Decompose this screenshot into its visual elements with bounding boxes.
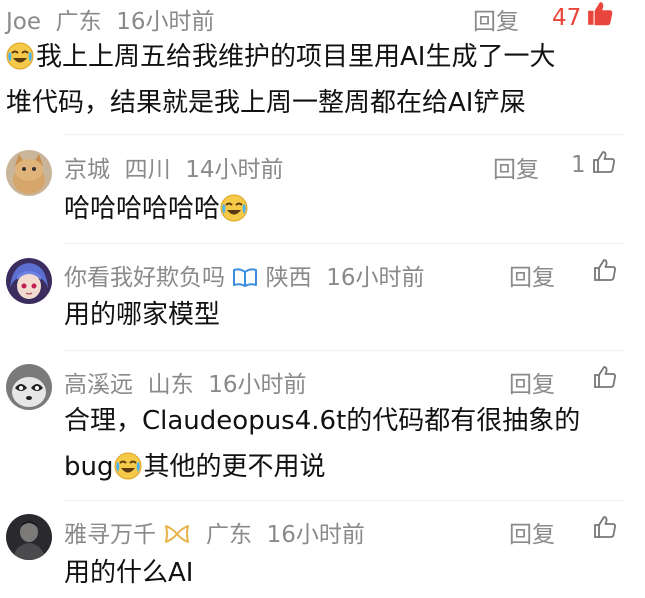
timestamp: 16小时前: [266, 522, 365, 548]
username[interactable]: Joe: [6, 9, 41, 35]
raccoon-avatar-icon: [6, 364, 52, 410]
like-button[interactable]: [592, 364, 618, 393]
like-button[interactable]: [592, 514, 618, 543]
location: 广东: [55, 9, 102, 35]
reply-button[interactable]: 回复: [473, 2, 519, 36]
timestamp: 16小时前: [208, 372, 307, 398]
divider: [64, 243, 625, 244]
thumbs-up-icon: [592, 514, 618, 540]
username[interactable]: 高溪远: [64, 372, 133, 398]
comment-meta: 高溪远 山东 16小时前: [64, 365, 307, 399]
reply-button[interactable]: 回复: [509, 365, 555, 399]
thumbs-up-icon: [592, 364, 618, 390]
location: 陕西: [265, 265, 312, 291]
comment-text-line-2: 堆代码，结果就是我上周一整周都在给AI铲屎: [6, 88, 526, 118]
timestamp: 16小时前: [326, 265, 425, 291]
timestamp: 14小时前: [185, 157, 284, 183]
like-button[interactable]: [592, 257, 618, 286]
thumbs-up-icon: [592, 257, 618, 283]
comment-text-line-1: 我上上周五给我维护的项目里用AI生成了一大: [6, 34, 555, 80]
anime-girl-avatar-icon: [6, 258, 52, 304]
location: 山东: [147, 372, 194, 398]
location: 四川: [124, 157, 171, 183]
divider: [64, 134, 625, 135]
like-button[interactable]: 47: [552, 0, 614, 31]
comment-text: 用的什么AI: [64, 558, 194, 588]
reply-button[interactable]: 回复: [509, 258, 555, 292]
laugh-cry-emoji: [6, 42, 34, 70]
laugh-cry-emoji: [220, 194, 248, 222]
dark-portrait-avatar-icon: [6, 514, 52, 560]
cat-avatar-icon: [6, 150, 52, 196]
avatar[interactable]: [6, 514, 52, 560]
divider: [64, 500, 625, 501]
location: 广东: [205, 522, 252, 548]
username[interactable]: 你看我好欺负吗: [64, 265, 225, 291]
reply-button[interactable]: 回复: [493, 150, 539, 184]
avatar[interactable]: [6, 258, 52, 304]
reply-button[interactable]: 回复: [509, 515, 555, 549]
avatar[interactable]: [6, 364, 52, 410]
blue-book-icon: [233, 268, 258, 287]
avatar[interactable]: [6, 150, 52, 196]
comment-text-line-2: bug 其他的更不用说: [64, 452, 326, 482]
divider: [64, 350, 625, 351]
like-count: 1: [571, 152, 586, 178]
thumbs-up-icon: [591, 149, 617, 175]
comment-text: 用的哪家模型: [64, 300, 221, 330]
like-count: 47: [552, 5, 582, 31]
laugh-cry-emoji: [114, 452, 142, 480]
comment-meta: 京城 四川 14小时前: [64, 150, 284, 184]
comment-meta: Joe 广东 16小时前: [6, 2, 215, 36]
username[interactable]: 雅寻万千: [64, 522, 156, 548]
gold-ribbon-icon: [165, 525, 190, 543]
thumbs-up-filled-icon: [588, 2, 613, 26]
comment-text: 哈哈哈哈哈哈: [64, 186, 250, 232]
username[interactable]: 京城: [64, 157, 110, 183]
comment-meta: 雅寻万千 广东 16小时前: [64, 515, 365, 549]
like-button[interactable]: 1: [571, 149, 617, 178]
timestamp: 16小时前: [116, 9, 215, 35]
comment-text-line-1: 合理，Claudeopus4.6t的代码都有很抽象的: [64, 406, 581, 436]
comment-meta: 你看我好欺负吗 陕西 16小时前: [64, 258, 425, 292]
